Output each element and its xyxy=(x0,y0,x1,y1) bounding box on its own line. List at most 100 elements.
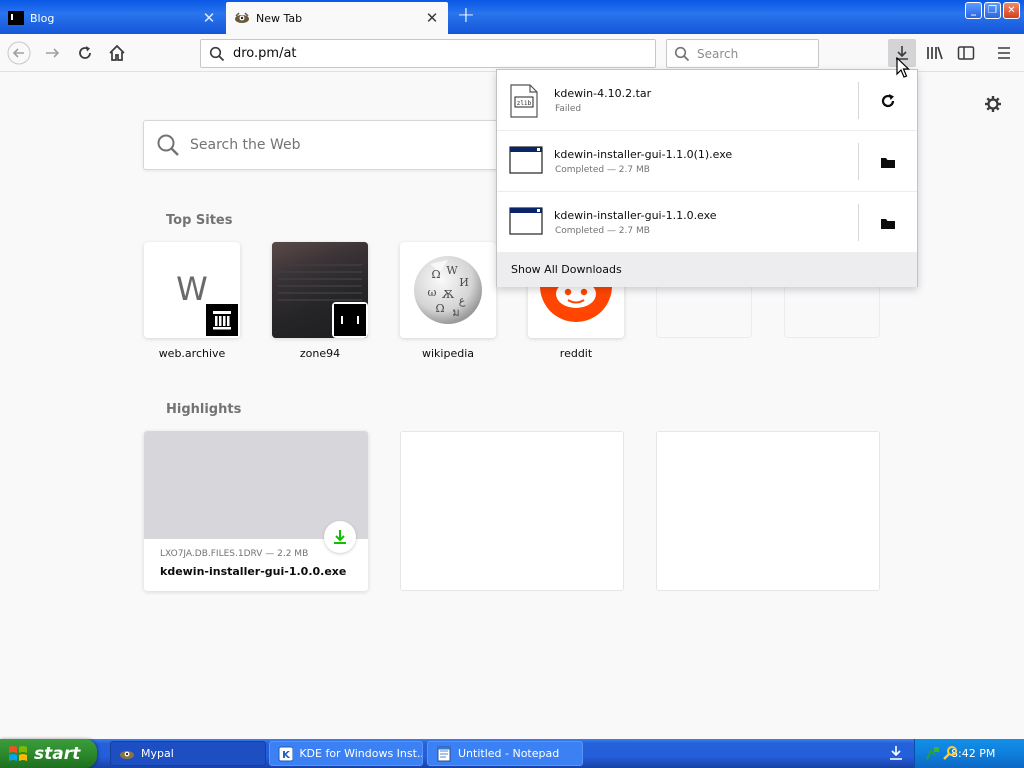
task-label: Mypal xyxy=(141,747,174,760)
folder-icon[interactable] xyxy=(875,149,901,175)
site-label: wikipedia xyxy=(421,347,474,360)
svg-text:ω: ω xyxy=(428,286,437,299)
tab-title: New Tab xyxy=(256,11,303,25)
archive-icon xyxy=(204,302,240,338)
web-search-placeholder: Search the Web xyxy=(190,137,301,153)
menu-button[interactable] xyxy=(990,39,1018,67)
mypal-icon xyxy=(120,750,134,759)
highlight-empty xyxy=(400,431,624,591)
download-filename: kdewin-4.10.2.tar xyxy=(554,87,652,100)
taskbar: start Mypal K KDE for Windows Inst... Un… xyxy=(0,739,1024,768)
folder-icon[interactable] xyxy=(875,210,901,236)
top-site-wikipedia[interactable]: ΩWИ ωѪع Ωม wikipedia xyxy=(400,242,496,360)
arrow-left-icon xyxy=(7,41,31,65)
taskbar-item-mypal[interactable]: Mypal xyxy=(110,741,266,766)
reload-button[interactable] xyxy=(71,39,99,67)
url-text: dro.pm/at xyxy=(233,46,297,61)
wikipedia-globe-icon: Ω WИ ωѪع Ωม xyxy=(414,256,482,324)
executable-file-icon xyxy=(509,145,543,178)
address-bar[interactable]: dro.pm/at xyxy=(200,39,656,68)
back-button[interactable] xyxy=(5,39,33,67)
arrow-right-icon xyxy=(46,48,60,58)
mouse-cursor-icon xyxy=(896,56,910,82)
gear-icon[interactable] xyxy=(984,95,1002,116)
tab-strip: Blog ✕ New Tab ✕ + _ ❐ ✕ xyxy=(0,0,1024,34)
divider xyxy=(858,82,859,119)
home-button[interactable] xyxy=(103,39,131,67)
minimize-button[interactable]: _ xyxy=(965,2,982,19)
maximize-button[interactable]: ❐ xyxy=(984,2,1001,19)
network-icon[interactable] xyxy=(925,745,941,761)
svg-text:K: K xyxy=(282,750,291,761)
divider xyxy=(858,204,859,241)
search-icon xyxy=(157,134,179,156)
show-all-downloads-button[interactable]: Show All Downloads xyxy=(497,253,917,287)
download-item[interactable]: zlib kdewin-4.10.2.tar Failed xyxy=(497,70,917,131)
home-icon xyxy=(109,44,125,61)
svg-text:ม: ม xyxy=(452,306,459,319)
system-tray: 8:42 PM xyxy=(914,739,1024,768)
download-status: Completed — 2.7 MB xyxy=(555,165,650,175)
site-label: web.archive xyxy=(158,347,226,360)
kde-icon: K xyxy=(278,746,294,761)
highlight-meta: LXO7JA.DB.FILES.1DRV — 2.2 MB xyxy=(160,549,309,559)
download-item[interactable]: kdewin-installer-gui-1.1.0(1).exe Comple… xyxy=(497,131,917,192)
download-icon xyxy=(324,521,356,553)
hamburger-menu-icon xyxy=(998,47,1010,59)
search-icon xyxy=(209,46,225,61)
zone94-logo-icon xyxy=(332,302,368,338)
taskbar-item-kde-installer[interactable]: K KDE for Windows Inst... xyxy=(269,741,423,766)
svg-text:И: И xyxy=(459,276,469,289)
svg-text:zlib: zlib xyxy=(517,100,532,107)
search-box[interactable]: Search xyxy=(666,39,819,68)
site-tile[interactable] xyxy=(272,242,368,338)
close-window-button[interactable]: ✕ xyxy=(1003,2,1020,19)
library-icon xyxy=(927,46,943,60)
svg-text:ع: ع xyxy=(459,294,466,307)
archive-file-icon: zlib xyxy=(509,84,539,121)
highlight-title: kdewin-installer-gui-1.0.0.exe xyxy=(160,565,347,578)
site-tile[interactable]: ΩWИ ωѪع Ωม xyxy=(400,242,496,338)
close-icon[interactable]: ✕ xyxy=(201,9,217,27)
search-icon xyxy=(674,46,690,61)
highlights-heading: Highlights xyxy=(166,402,242,417)
task-label: Untitled - Notepad xyxy=(458,747,560,760)
download-filename: kdewin-installer-gui-1.1.0(1).exe xyxy=(554,148,733,161)
tab-title: Blog xyxy=(30,11,55,25)
downloads-panel: zlib kdewin-4.10.2.tar Failed kdewin-ins… xyxy=(496,69,918,287)
taskbar-item-notepad[interactable]: Untitled - Notepad xyxy=(427,741,583,766)
task-label: KDE for Windows Inst... xyxy=(299,747,422,760)
sidebar-button[interactable] xyxy=(952,39,980,67)
start-button[interactable]: start xyxy=(0,739,97,768)
site-tile[interactable]: W xyxy=(144,242,240,338)
forward-button[interactable] xyxy=(38,39,66,67)
new-tab-button[interactable]: + xyxy=(452,4,480,30)
tab-new-tab[interactable]: New Tab ✕ xyxy=(226,2,448,34)
highlight-empty xyxy=(656,431,880,591)
tab-blog[interactable]: Blog ✕ xyxy=(0,2,225,34)
highlight-card[interactable]: LXO7JA.DB.FILES.1DRV — 2.2 MB kdewin-ins… xyxy=(144,431,368,591)
download-status: Failed xyxy=(555,104,582,114)
browser-logo-icon xyxy=(234,10,250,26)
tray-download-icon[interactable] xyxy=(888,745,904,761)
web-search-input[interactable]: Search the Web xyxy=(143,120,523,170)
navigation-toolbar: dro.pm/at Search xyxy=(0,34,1024,72)
window-controls: _ ❐ ✕ xyxy=(965,2,1020,19)
svg-text:Ѫ: Ѫ xyxy=(442,288,455,301)
svg-text:W: W xyxy=(446,264,458,277)
notepad-icon xyxy=(437,746,451,761)
retry-icon[interactable] xyxy=(875,88,901,114)
download-item[interactable]: kdewin-installer-gui-1.1.0.exe Completed… xyxy=(497,192,917,253)
library-button[interactable] xyxy=(921,39,949,67)
close-icon[interactable]: ✕ xyxy=(424,9,440,27)
top-site-zone94[interactable]: zone94 xyxy=(272,242,368,360)
start-label: start xyxy=(34,743,81,764)
reload-icon xyxy=(79,46,91,59)
site-label: reddit xyxy=(559,347,593,360)
top-site-web-archive[interactable]: W web.archive xyxy=(144,242,240,360)
top-sites-heading: Top Sites xyxy=(166,213,233,228)
search-tray-icon[interactable] xyxy=(943,745,959,761)
screenshot-rows xyxy=(278,264,362,304)
sidebar-icon xyxy=(957,46,975,60)
download-filename: kdewin-installer-gui-1.1.0.exe xyxy=(554,209,717,222)
